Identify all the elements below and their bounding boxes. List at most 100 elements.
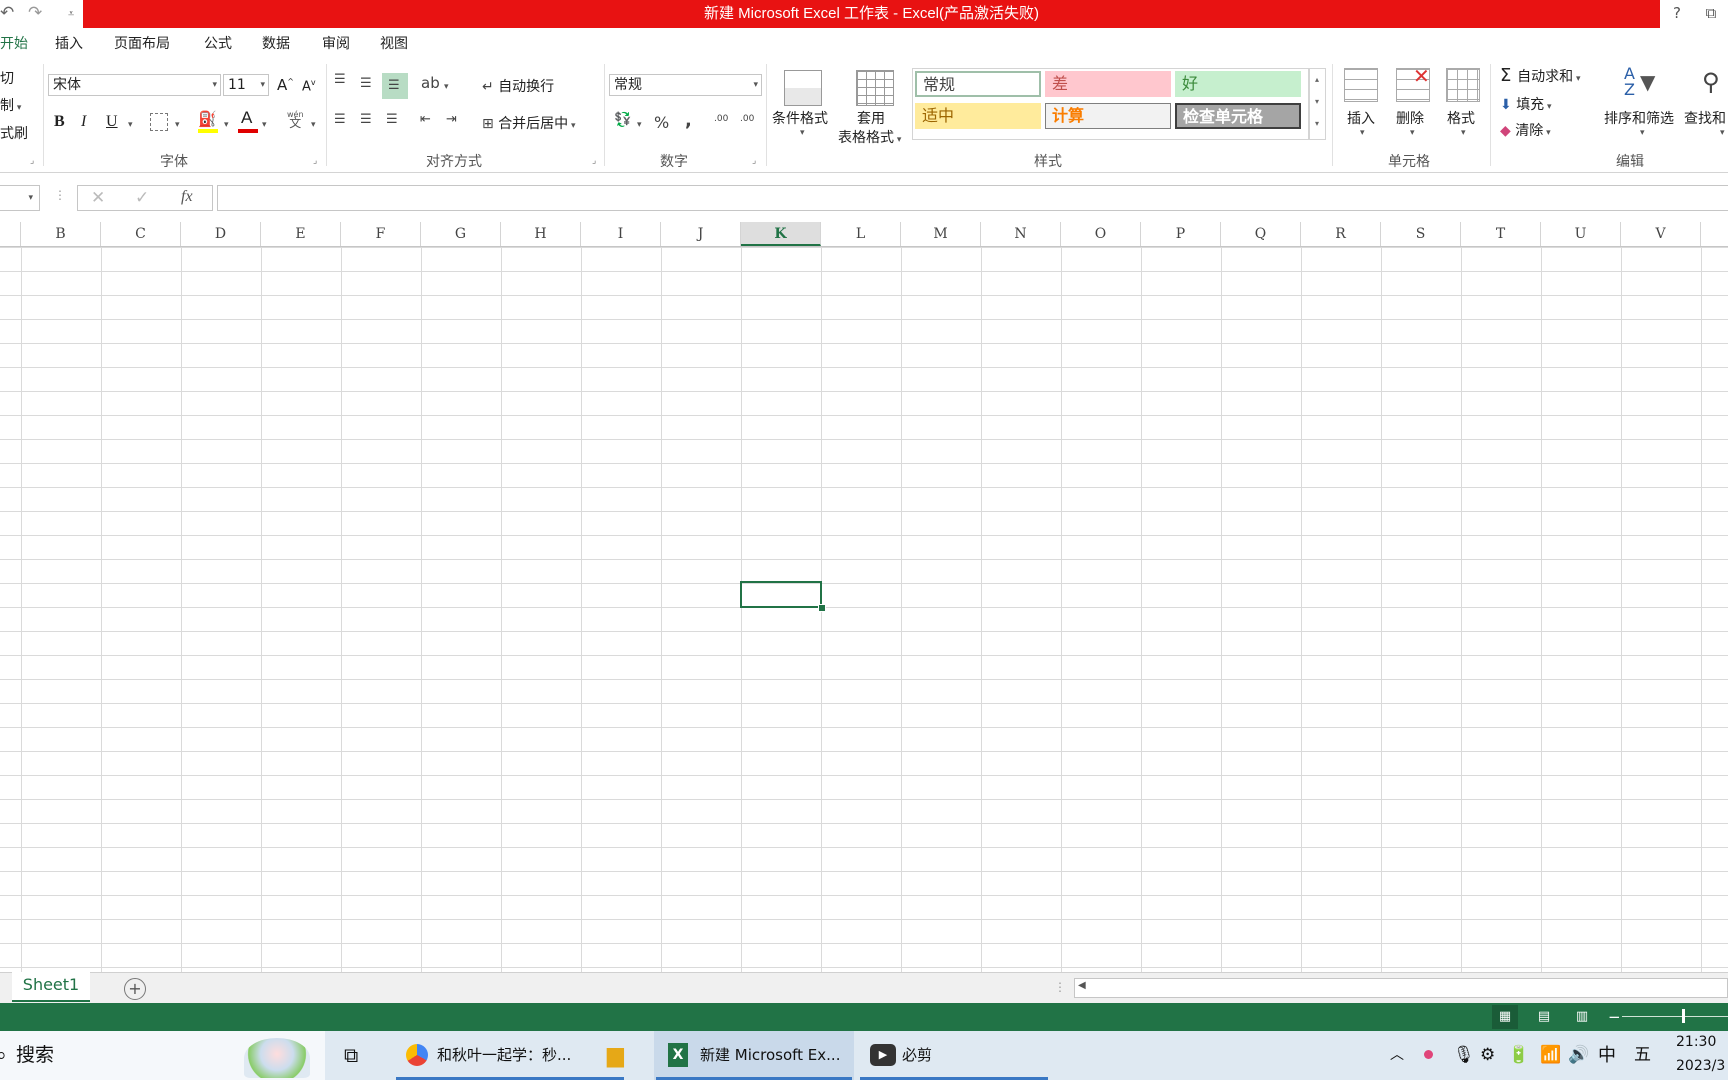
comma-button[interactable]: , [685,110,692,131]
page-layout-view-icon[interactable]: ▤ [1532,1005,1556,1029]
sheet-tab[interactable]: Sheet1 [12,972,90,1002]
app-tray-icon[interactable]: ⚙ [1480,1031,1495,1080]
chevron-down-icon[interactable]: ▾ [444,82,449,92]
decrease-decimal-button[interactable]: .00 [740,114,754,124]
fill-button[interactable]: ⬇ 填充 ▾ [1500,94,1552,114]
chevron-down-icon[interactable]: ▾ [175,120,180,130]
bold-button[interactable]: B [54,113,65,131]
chevron-down-icon[interactable]: ▾ [224,120,229,130]
autosum-button[interactable]: Σ 自动求和 ▾ [1500,65,1581,86]
help-button[interactable]: ? [1666,2,1688,24]
zoom-out-button[interactable]: − [1608,1005,1621,1029]
clipboard-launcher-icon[interactable]: ⌟ [30,156,34,166]
column-header-e[interactable]: E [261,222,341,246]
font-name-select[interactable]: 宋体 ▾ [48,74,221,96]
cell-style-item[interactable]: 适中 [915,103,1041,129]
file-explorer-icon[interactable]: ▆ [607,1031,624,1080]
format-cells-button[interactable]: 格式 [1447,108,1475,128]
cut-button[interactable]: 剪切 [0,68,14,88]
column-header-d[interactable]: D [181,222,261,246]
column-header-i[interactable]: I [581,222,661,246]
active-cell[interactable] [740,581,822,608]
clock-time[interactable]: 21:30 [1676,1034,1716,1050]
find-button[interactable]: 查找和 [1684,108,1726,128]
grow-font-button[interactable]: A^ [277,76,294,94]
column-header-s[interactable]: S [1381,222,1461,246]
zoom-slider[interactable] [1622,1016,1728,1017]
column-header-q[interactable]: Q [1221,222,1301,246]
qat-customize-button[interactable]: ⩡ [68,7,74,21]
number-launcher-icon[interactable]: ⌟ [752,156,756,166]
column-header-c[interactable]: C [101,222,181,246]
chevron-down-icon[interactable]: ▾ [1640,128,1645,138]
tab-home[interactable]: 开始 [0,33,28,53]
insert-function-button[interactable]: fx [181,188,193,206]
column-header-r[interactable]: R [1301,222,1381,246]
wrap-text-button[interactable]: ↵ 自动换行 [482,76,554,96]
phonetic-button[interactable]: wén 文 [287,110,304,129]
column-header-o[interactable]: O [1061,222,1141,246]
cell-style-item[interactable]: 常规 [915,71,1041,97]
merge-center-button[interactable]: ⊞ 合并后居中 ▾ [482,113,576,133]
column-header-n[interactable]: N [981,222,1061,246]
chevron-down-icon[interactable]: ▾ [262,120,267,130]
align-left-button[interactable]: ☰ [334,112,346,127]
formula-input[interactable] [217,185,1728,211]
restore-button[interactable]: ⧉ [1700,2,1722,24]
font-color-button[interactable]: A [241,108,252,128]
align-top-button[interactable]: ☰ [334,72,346,87]
border-icon[interactable] [150,113,168,131]
underline-button[interactable]: U [106,113,118,131]
enter-button[interactable]: ✓ [135,188,149,208]
tab-data[interactable]: 数据 [262,33,290,53]
scroll-left-icon[interactable]: ◀ [1078,980,1086,991]
redo-button[interactable]: ↷ [28,3,42,23]
microphone-icon[interactable]: 🎙 [1453,1031,1475,1080]
align-middle-button[interactable]: ☰ [360,76,372,91]
sort-filter-button[interactable]: 排序和筛选 [1604,108,1674,128]
add-sheet-button[interactable]: + [124,978,146,1000]
clear-button[interactable]: ◆ 清除 ▾ [1500,120,1551,140]
orientation-button[interactable]: ab [421,74,440,92]
column-header-a-partial[interactable] [0,222,21,246]
delete-cells-button[interactable]: 删除 [1396,108,1424,128]
cell-style-item[interactable]: 计算 [1045,103,1171,129]
column-header-g[interactable]: G [421,222,501,246]
accounting-format-button[interactable]: 💱 [614,112,631,128]
align-right-button[interactable]: ☰ [386,112,398,127]
cell-style-item[interactable]: 检查单元格 [1175,103,1301,129]
chevron-down-icon[interactable]: ▾ [1461,128,1466,138]
ime-mode-indicator[interactable]: 五 [1634,1031,1651,1080]
cancel-button[interactable]: ✕ [91,188,105,208]
battery-icon[interactable]: 🔋 [1508,1031,1529,1080]
tab-view[interactable]: 视图 [380,33,408,53]
chevron-up-icon[interactable]: ︿ [1390,1031,1404,1080]
column-header-k[interactable]: K [741,222,821,246]
volume-icon[interactable]: 🔊 [1568,1031,1589,1080]
copy-button[interactable]: 复制 ▾ [0,95,21,115]
decrease-indent-button[interactable]: ⇤ [420,112,431,127]
undo-button[interactable]: ↶ [0,3,14,23]
column-header-f[interactable]: F [341,222,421,246]
column-header-p[interactable]: P [1141,222,1221,246]
italic-button[interactable]: I [81,113,86,131]
record-icon[interactable] [1424,1050,1433,1059]
table-format-button-2[interactable]: 表格格式 ▾ [838,127,901,147]
tab-review[interactable]: 审阅 [322,33,350,53]
alignment-launcher-icon[interactable]: ⌟ [592,156,596,166]
chevron-down-icon[interactable]: ▾ [128,120,133,130]
chevron-down-icon[interactable]: ▾ [1410,128,1415,138]
tab-insert[interactable]: 插入 [55,33,83,53]
column-header-m[interactable]: M [901,222,981,246]
column-header-u[interactable]: U [1541,222,1621,246]
font-size-select[interactable]: 11 ▾ [223,74,269,96]
fill-handle[interactable] [818,604,826,612]
percent-button[interactable]: % [654,113,669,132]
normal-view-icon[interactable]: ▦ [1492,1005,1518,1029]
column-header-j[interactable]: J [661,222,741,246]
column-header-h[interactable]: H [501,222,581,246]
task-view-icon[interactable]: ⧉ [344,1031,358,1080]
chevron-down-icon[interactable]: ▾ [637,120,642,130]
column-header-l[interactable]: L [821,222,901,246]
format-painter-button[interactable]: 格式刷 [0,123,28,143]
